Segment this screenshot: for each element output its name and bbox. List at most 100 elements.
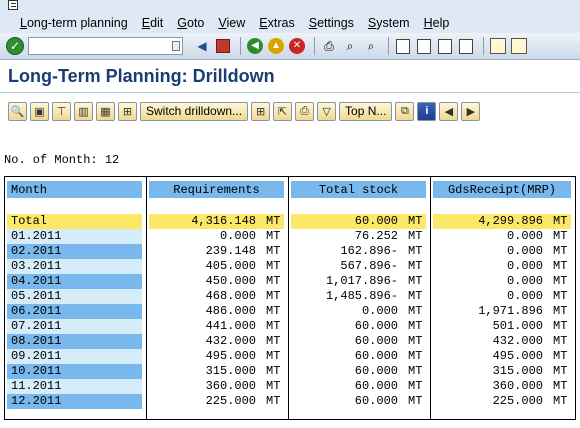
menu-long-term-planning[interactable]: Long-term planning [20,16,128,30]
table-row-value[interactable]: 162.896- MT [291,244,426,259]
set-filter-icon[interactable]: ▽ [317,101,337,121]
enter-check-icon[interactable]: ✓ [6,37,24,55]
menu-goto[interactable]: Goto [177,16,204,30]
last-page-icon[interactable] [459,38,473,54]
top-n-button[interactable]: Top N... [339,101,393,121]
table-row-value[interactable]: 225.000 MT [433,394,571,409]
back-arrow-icon[interactable]: ◀ [193,37,211,55]
table-row-value[interactable]: 1,971.896 MT [433,304,571,319]
table-row-value[interactable]: 0.000 MT [149,229,284,244]
table-row-month[interactable]: 05.2011 [7,289,142,304]
table-row-value[interactable]: 486.000 MT [149,304,284,319]
create-session-icon[interactable] [490,38,506,54]
calendar-icon[interactable]: ▦ [96,101,115,121]
table-row-value[interactable]: 1,485.896- MT [291,289,426,304]
table-row-value[interactable]: 225.000 MT [149,394,284,409]
menu-edit[interactable]: Edit [142,16,164,30]
table-row-value[interactable]: 0.000 MT [291,304,426,319]
table-row-value[interactable]: 1,017.896- MT [291,274,426,289]
previous-page-icon[interactable] [417,38,431,54]
back-icon[interactable]: ◀ [247,38,263,54]
next-icon[interactable]: ▶ [461,101,481,121]
table-row-month[interactable]: 08.2011 [7,334,142,349]
table-row-value[interactable]: 360.000 MT [149,379,284,394]
table-row-value[interactable]: 60.000 MT [291,319,426,334]
table-row-value[interactable]: 0.000 MT [433,244,571,259]
cell-value: 432.000 [492,334,543,348]
table-row-month[interactable]: 02.2011 [7,244,142,259]
switch-drilldown-button[interactable]: Switch drilldown... [140,101,249,121]
next-page-icon[interactable] [438,38,452,54]
table-row-value[interactable]: 450.000 MT [149,274,284,289]
exit-icon[interactable]: ▲ [268,38,284,54]
total-row-value[interactable]: 60.000 MT [291,214,426,229]
header-gds-receipt[interactable]: GdsReceipt(MRP) [433,181,571,198]
table-row-value[interactable]: 315.000 MT [149,364,284,379]
table-row-month[interactable]: 11.2011 [7,379,142,394]
header-total-stock[interactable]: Total stock [291,181,426,198]
table-row-value[interactable]: 0.000 MT [433,259,571,274]
table-row-month[interactable]: 09.2011 [7,349,142,364]
table-row-value[interactable]: 60.000 MT [291,379,426,394]
table-row-month[interactable]: 10.2011 [7,364,142,379]
info-icon[interactable]: i [417,101,437,121]
choose-icon[interactable]: ▣ [30,101,49,121]
previous-icon[interactable]: ◀ [439,101,459,121]
table-row-value[interactable]: 468.000 MT [149,289,284,304]
command-input[interactable] [29,38,169,54]
print-preview-icon[interactable]: ⎙ [295,101,315,121]
table-row-value[interactable]: 60.000 MT [291,334,426,349]
table-row-value[interactable]: 441.000 MT [149,319,284,334]
menu-settings[interactable]: Settings [309,16,354,30]
total-row-month[interactable]: Total [7,214,142,229]
tree-icon[interactable]: ⊞ [251,101,271,121]
table-row-value[interactable]: 0.000 MT [433,274,571,289]
table-row-value[interactable]: 239.148 MT [149,244,284,259]
find-next-icon[interactable]: ⌕ [362,37,380,55]
menu-view[interactable]: View [218,16,245,30]
hierarchy-icon[interactable]: ⊞ [118,101,137,121]
copy-icon[interactable]: ⧉ [395,101,415,121]
header-month[interactable]: Month [7,181,142,198]
menu-system[interactable]: System [368,16,410,30]
table-row-value[interactable]: 495.000 MT [433,349,571,364]
system-menu-icon[interactable] [8,0,18,10]
table-row-value[interactable]: 432.000 MT [433,334,571,349]
table-row-month[interactable]: 12.2011 [7,394,142,409]
table-row-value[interactable]: 0.000 MT [433,229,571,244]
filter-icon[interactable]: ⊤ [52,101,71,121]
save-icon[interactable] [214,37,232,55]
table-row-value[interactable]: 76.252 MT [291,229,426,244]
cancel-icon[interactable]: ✕ [289,38,305,54]
table-row-value[interactable]: 405.000 MT [149,259,284,274]
table-row-value[interactable]: 495.000 MT [149,349,284,364]
toolbar-separator [240,37,241,55]
header-requirements[interactable]: Requirements [149,181,284,198]
table-row-month[interactable]: 06.2011 [7,304,142,319]
table-row-value[interactable]: 567.896- MT [291,259,426,274]
table-row-value[interactable]: 60.000 MT [291,394,426,409]
menu-extras[interactable]: Extras [259,16,294,30]
total-row-value[interactable]: 4,316.148 MT [149,214,284,229]
find-icon[interactable]: ⌕ [341,37,359,55]
table-row-value[interactable]: 432.000 MT [149,334,284,349]
graphic-icon[interactable]: ▥ [74,101,93,121]
table-row-value[interactable]: 315.000 MT [433,364,571,379]
total-row-value[interactable]: 4,299.896 MT [433,214,571,229]
print-icon[interactable]: ⎙ [320,37,338,55]
table-row-value[interactable]: 0.000 MT [433,289,571,304]
first-page-icon[interactable] [396,38,410,54]
menu-help[interactable]: Help [424,16,450,30]
command-history-icon[interactable] [172,41,180,51]
table-row-value[interactable]: 60.000 MT [291,349,426,364]
table-row-value[interactable]: 360.000 MT [433,379,571,394]
table-row-month[interactable]: 07.2011 [7,319,142,334]
table-row-value[interactable]: 501.000 MT [433,319,571,334]
table-row-month[interactable]: 04.2011 [7,274,142,289]
export-icon[interactable]: ⇱ [273,101,293,121]
table-row-month[interactable]: 03.2011 [7,259,142,274]
details-icon[interactable]: 🔍 [8,101,27,121]
shortcut-icon[interactable] [511,38,527,54]
table-row-value[interactable]: 60.000 MT [291,364,426,379]
table-row-month[interactable]: 01.2011 [7,229,142,244]
